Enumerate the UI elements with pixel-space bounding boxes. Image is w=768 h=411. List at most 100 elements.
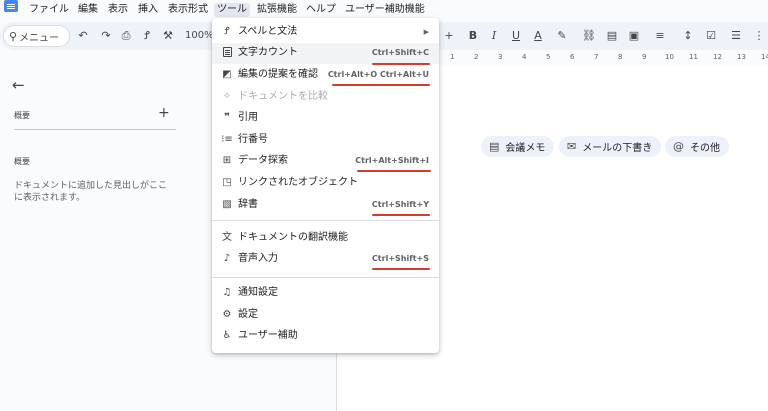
align-icon[interactable]: ≡ [652, 27, 668, 45]
insert-comment-icon[interactable]: ▤ [604, 27, 620, 45]
italic-icon[interactable]: I [486, 27, 502, 45]
menu-item-review-edits[interactable]: ◩ 編集の提案を確認 Ctrl+Alt+O Ctrl+Alt+U [212, 65, 439, 86]
menu-item-label: 編集の提案を確認 [238, 69, 318, 80]
menu-item-shortcut: Ctrl+Shift+C [371, 48, 429, 57]
menu-item-label: ユーザー補助 [238, 330, 298, 341]
menu-item-translate[interactable]: 文 ドキュメントの翻訳機能 [212, 228, 439, 249]
ruler-label: 4 [522, 53, 527, 61]
ruler-label: 7 [594, 53, 599, 61]
ruler-label: 1 [450, 53, 455, 61]
menu-item-linked-objects[interactable]: ◳ リンクされたオブジェクト [212, 173, 439, 194]
menu-item-label: リンクされたオブジェクト [238, 177, 358, 188]
menu-item-label: 引用 [238, 112, 258, 123]
menu-item-label: スペルと文法 [238, 26, 298, 37]
menu-item-notification-settings[interactable]: ♫ 通知設定 [212, 283, 439, 304]
increase-font-icon[interactable]: + [441, 27, 457, 45]
text-color-icon[interactable]: A [530, 27, 546, 45]
add-summary-button[interactable]: + [158, 106, 170, 120]
menu-extensions[interactable]: 拡張機能 [254, 3, 300, 17]
annotation-underline [332, 84, 430, 86]
menu-help[interactable]: ヘルプ [303, 3, 339, 17]
menu-item-dictionary[interactable]: ▧ 辞書 Ctrl+Shift+Y [212, 195, 439, 216]
menu-tools[interactable]: ツール [214, 3, 250, 17]
bulleted-list-icon[interactable]: ☰ [728, 27, 744, 45]
menu-view[interactable]: 表示 [105, 3, 131, 17]
ruler-label: 11 [689, 53, 698, 61]
bold-icon[interactable]: B [465, 27, 481, 45]
redo-icon[interactable]: ↷ [98, 27, 114, 45]
search-menus-input[interactable]: ⚲ メニュー [3, 25, 70, 47]
compare-icon: ✧ [222, 91, 232, 102]
menu-item-word-count[interactable]: 文字カウント Ctrl+Shift+C [212, 43, 439, 64]
outline-label: 概要 [14, 157, 30, 166]
preferences-icon: ⚙ [222, 309, 232, 320]
word-count-icon [221, 46, 233, 60]
checklist-icon[interactable]: ☑ [703, 27, 719, 45]
mail-icon: ✉ [567, 140, 577, 153]
line-spacing-icon[interactable]: ↕ [680, 27, 696, 45]
menu-bar: ファイル 編集 表示 挿入 表示形式 ツール 拡張機能 ヘルプ ユーザー補助機能 [0, 0, 768, 20]
ruler-label: 14 [761, 53, 768, 61]
highlight-icon[interactable]: ✎ [554, 27, 570, 45]
menu-item-label: 辞書 [238, 199, 258, 210]
outline-sidebar: ← 概要 + 概要 ドキュメントに追加した見出しがここに表示されます。 [0, 66, 200, 411]
ruler-label: 13 [737, 53, 746, 61]
menu-item-shortcut: Ctrl+Shift+Y [371, 200, 429, 209]
menu-item-spelling[interactable]: Ꝭ スペルと文法 ▶ [212, 22, 439, 43]
menu-item-accessibility[interactable]: ♿ ユーザー補助 [212, 326, 439, 347]
annotation-underline [372, 214, 430, 216]
menu-item-label: データ探索 [238, 155, 288, 166]
bell-icon: ♫ [222, 287, 232, 298]
menu-item-citations[interactable]: ❞ 引用 [212, 108, 439, 129]
email-draft-chip[interactable]: ✉ メールの下書き [559, 136, 662, 157]
paint-format-icon[interactable]: ⚒ [160, 27, 176, 45]
numbered-list-icon[interactable]: ⋮ [751, 27, 767, 45]
tools-menu: Ꝭ スペルと文法 ▶ 文字カウント Ctrl+Shift+C ◩ 編集の提案を確… [212, 18, 439, 353]
menu-item-shortcut: Ctrl+Alt+Shift+I [355, 156, 429, 165]
annotation-underline [357, 170, 431, 172]
undo-icon[interactable]: ↶ [75, 27, 91, 45]
menu-item-voice-typing[interactable]: ♪ 音声入力 Ctrl+Shift+S [212, 249, 439, 270]
menu-item-label: ドキュメントの翻訳機能 [238, 232, 348, 243]
annotation-underline [372, 63, 430, 65]
menu-item-shortcut: Ctrl+Alt+O Ctrl+Alt+U [327, 70, 429, 79]
menu-file[interactable]: ファイル [26, 3, 72, 17]
menu-item-label: 文字カウント [238, 47, 298, 58]
ruler-label: 9 [642, 53, 647, 61]
menu-item-shortcut: Ctrl+Shift+S [371, 254, 429, 263]
summary-label: 概要 [14, 111, 30, 120]
print-icon[interactable]: ⎙ [118, 27, 134, 45]
underline-icon[interactable]: U [508, 27, 524, 45]
ruler[interactable]: 1 2 3 4 5 6 7 8 9 10 11 12 13 14 [437, 52, 768, 65]
meeting-notes-chip[interactable]: ▤ 会議メモ [481, 136, 555, 157]
menu-edit[interactable]: 編集 [75, 3, 101, 17]
outline-help-text: ドキュメントに追加した見出しがここに表示されます。 [14, 181, 168, 203]
back-arrow-icon[interactable]: ← [12, 76, 25, 94]
insert-image-icon[interactable]: ▣ [626, 27, 642, 45]
menu-insert[interactable]: 挿入 [135, 3, 161, 17]
menu-item-line-numbers[interactable]: ⁝≡ 行番号 [212, 130, 439, 151]
ruler-label: 10 [665, 53, 674, 61]
menu-item-label: 設定 [238, 309, 258, 320]
ruler-label: 12 [713, 53, 722, 61]
zoom-select[interactable]: 100% [185, 27, 214, 45]
menu-item-label: 行番号 [238, 134, 268, 145]
submenu-arrow-icon: ▶ [423, 28, 429, 36]
dictionary-icon: ▧ [222, 199, 232, 210]
insert-link-icon[interactable]: ⛓ [581, 27, 597, 45]
more-chip[interactable]: @ その他 [665, 136, 729, 157]
annotation-underline [372, 268, 430, 270]
menu-item-preferences[interactable]: ⚙ 設定 [212, 305, 439, 326]
ruler-label: 5 [546, 53, 551, 61]
docs-logo-icon[interactable] [4, 0, 18, 12]
ruler-label: 8 [618, 53, 623, 61]
menu-item-explore[interactable]: ⊞ データ探索 Ctrl+Alt+Shift+I [212, 151, 439, 172]
menu-item-compare: ✧ ドキュメントを比較 [212, 87, 439, 108]
ruler-label: 3 [498, 53, 503, 61]
menu-format[interactable]: 表示形式 [165, 3, 211, 17]
menu-accessibility[interactable]: ユーザー補助機能 [342, 3, 428, 17]
spellcheck-icon[interactable]: Ꝭ [139, 27, 155, 45]
quote-icon: ❞ [224, 112, 230, 123]
chip-label: 会議メモ [505, 143, 546, 154]
document-icon: ▤ [489, 140, 500, 153]
